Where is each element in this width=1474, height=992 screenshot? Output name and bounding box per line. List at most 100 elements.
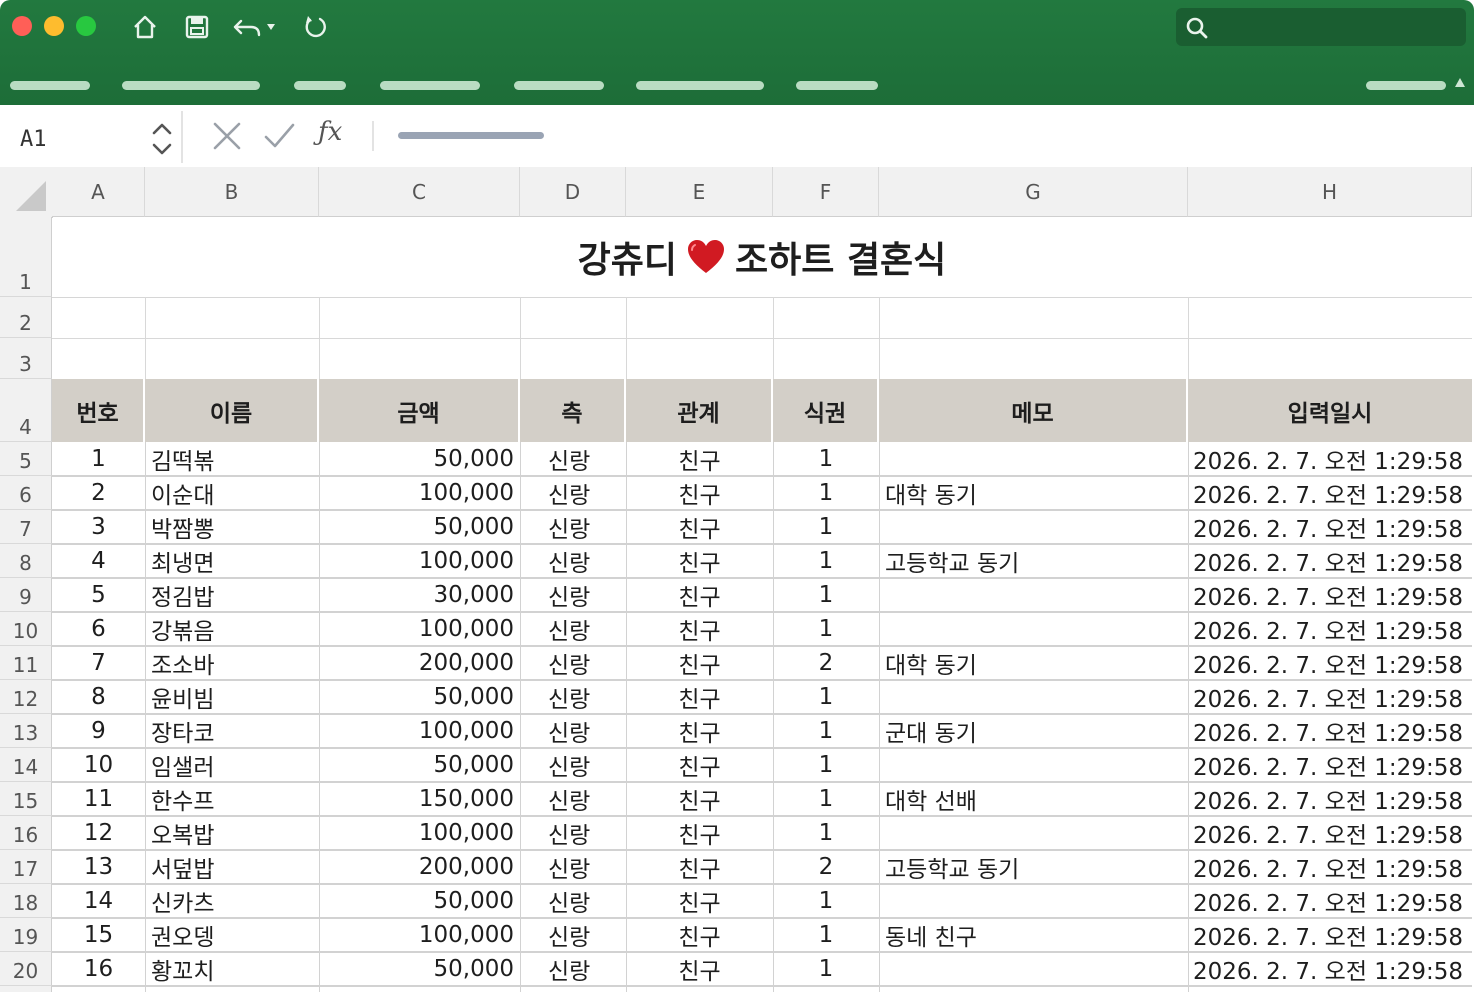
cell-entry-time[interactable]: 2026. 2. 7. 오전 1:29:58 bbox=[1188, 544, 1472, 578]
column-header-b[interactable]: B bbox=[145, 167, 319, 217]
ribbon-tab-share[interactable] bbox=[1366, 81, 1446, 90]
cell-amount[interactable]: 30,000 bbox=[319, 578, 520, 612]
cell-name[interactable]: 김떡볶 bbox=[145, 442, 319, 476]
cell-amount[interactable]: 50,000 bbox=[319, 748, 520, 782]
redo-icon[interactable] bbox=[298, 10, 332, 44]
cell-meal-ticket[interactable]: 1 bbox=[773, 442, 879, 476]
cell-memo[interactable] bbox=[879, 680, 1188, 714]
search-box[interactable] bbox=[1176, 8, 1466, 46]
cell-number[interactable]: 4 bbox=[52, 544, 145, 578]
cell-relation[interactable]: 친구 bbox=[626, 782, 773, 816]
cell-memo[interactable] bbox=[879, 748, 1188, 782]
cell-relation[interactable]: 친구 bbox=[626, 816, 773, 850]
cell-meal-ticket[interactable]: 1 bbox=[773, 476, 879, 510]
cell-name[interactable]: 장타코 bbox=[145, 714, 319, 748]
cell-relation[interactable]: 친구 bbox=[626, 714, 773, 748]
ribbon-tab-2[interactable] bbox=[122, 81, 260, 90]
column-header-d[interactable]: D bbox=[520, 167, 626, 217]
header-relation[interactable]: 관계 bbox=[626, 379, 773, 442]
cell-amount[interactable]: 100,000 bbox=[319, 714, 520, 748]
cell-entry-time[interactable]: 2026. 2. 7. 오전 1:29:58 bbox=[1188, 646, 1472, 680]
row-header-1[interactable]: 1 bbox=[0, 217, 52, 297]
cell-entry-time[interactable]: 2026. 2. 7. 오전 1:29:58 bbox=[1188, 442, 1472, 476]
cell-memo[interactable]: 대학 동기 bbox=[879, 476, 1188, 510]
cell-relation[interactable]: 친구 bbox=[626, 544, 773, 578]
cell-number[interactable]: 1 bbox=[52, 442, 145, 476]
row-header-7[interactable]: 7 bbox=[0, 510, 52, 544]
row-header-19[interactable]: 19 bbox=[0, 918, 52, 952]
row-header-10[interactable]: 10 bbox=[0, 612, 52, 646]
cell-entry-time[interactable]: 2026. 2. 7. 오전 1:29:58 bbox=[1188, 850, 1472, 884]
cell-name[interactable]: 최냉면 bbox=[145, 544, 319, 578]
cell-meal-ticket[interactable]: 2 bbox=[773, 646, 879, 680]
header-side[interactable]: 측 bbox=[520, 379, 626, 442]
cell-name[interactable]: 서덮밥 bbox=[145, 850, 319, 884]
cell-side[interactable]: 신랑 bbox=[520, 918, 626, 952]
cell-memo[interactable]: 대학 선배 bbox=[879, 782, 1188, 816]
cell-meal-ticket[interactable]: 1 bbox=[773, 918, 879, 952]
cell-meal-ticket[interactable]: 1 bbox=[773, 714, 879, 748]
collapse-ribbon-icon[interactable] bbox=[1455, 78, 1465, 87]
minimize-window-button[interactable] bbox=[44, 16, 64, 36]
cell-memo[interactable]: 고등학교 동기 bbox=[879, 850, 1188, 884]
row-header-8[interactable]: 8 bbox=[0, 544, 52, 578]
cell-memo[interactable] bbox=[879, 816, 1188, 850]
cell-memo[interactable] bbox=[879, 952, 1188, 986]
row-header-6[interactable]: 6 bbox=[0, 476, 52, 510]
cell-meal-ticket[interactable]: 1 bbox=[773, 952, 879, 986]
cell-relation[interactable]: 친구 bbox=[626, 510, 773, 544]
ribbon-tab-6[interactable] bbox=[636, 81, 764, 90]
cell-number[interactable]: 16 bbox=[52, 952, 145, 986]
cell-relation[interactable]: 친구 bbox=[626, 918, 773, 952]
cell-side[interactable]: 신랑 bbox=[520, 816, 626, 850]
row-header-12[interactable]: 12 bbox=[0, 680, 52, 714]
cell-side[interactable]: 신랑 bbox=[520, 782, 626, 816]
cell-name[interactable]: 권오뎅 bbox=[145, 918, 319, 952]
cell-meal-ticket[interactable]: 1 bbox=[773, 680, 879, 714]
row-header-5[interactable]: 5 bbox=[0, 442, 52, 476]
cell-memo[interactable] bbox=[879, 884, 1188, 918]
cell-side[interactable]: 신랑 bbox=[520, 714, 626, 748]
cell-side[interactable]: 신랑 bbox=[520, 612, 626, 646]
cell-meal-ticket[interactable]: 1 bbox=[773, 578, 879, 612]
home-icon[interactable] bbox=[128, 10, 162, 44]
cell-memo[interactable]: 동네 친구 bbox=[879, 918, 1188, 952]
cell-number[interactable]: 8 bbox=[52, 680, 145, 714]
cell-entry-time[interactable]: 2026. 2. 7. 오전 1:29:58 bbox=[1188, 884, 1472, 918]
row-header-14[interactable]: 14 bbox=[0, 748, 52, 782]
cell-name[interactable]: 오복밥 bbox=[145, 816, 319, 850]
row-header-17[interactable]: 17 bbox=[0, 850, 52, 884]
cell-relation[interactable]: 친구 bbox=[626, 612, 773, 646]
cell-name[interactable]: 신카츠 bbox=[145, 884, 319, 918]
column-header-h[interactable]: H bbox=[1188, 167, 1472, 217]
cell-number[interactable]: 6 bbox=[52, 612, 145, 646]
row-header-21[interactable] bbox=[0, 986, 52, 992]
cell-meal-ticket[interactable]: 1 bbox=[773, 748, 879, 782]
cell-relation[interactable]: 친구 bbox=[626, 578, 773, 612]
cell-relation[interactable]: 친구 bbox=[626, 680, 773, 714]
cell-entry-time[interactable]: 2026. 2. 7. 오전 1:29:58 bbox=[1188, 952, 1472, 986]
cell-amount[interactable]: 50,000 bbox=[319, 952, 520, 986]
row-header-18[interactable]: 18 bbox=[0, 884, 52, 918]
cell-number[interactable]: 5 bbox=[52, 578, 145, 612]
cell-relation[interactable]: 친구 bbox=[626, 646, 773, 680]
row-header-3[interactable]: 3 bbox=[0, 338, 52, 379]
cell-amount[interactable]: 100,000 bbox=[319, 544, 520, 578]
cell-number[interactable]: 3 bbox=[52, 510, 145, 544]
undo-icon[interactable] bbox=[230, 10, 280, 44]
cell-amount[interactable]: 100,000 bbox=[319, 918, 520, 952]
cell-entry-time[interactable]: 2026. 2. 7. 오전 1:29:58 bbox=[1188, 612, 1472, 646]
cell-name[interactable]: 황꼬치 bbox=[145, 952, 319, 986]
row-header-20[interactable]: 20 bbox=[0, 952, 52, 986]
cell-number[interactable]: 13 bbox=[52, 850, 145, 884]
cell-meal-ticket[interactable]: 2 bbox=[773, 850, 879, 884]
cell-amount[interactable]: 100,000 bbox=[319, 816, 520, 850]
row-header-11[interactable]: 11 bbox=[0, 646, 52, 680]
column-header-a[interactable]: A bbox=[52, 167, 145, 217]
header-amount[interactable]: 금액 bbox=[319, 379, 520, 442]
cell-side[interactable]: 신랑 bbox=[520, 952, 626, 986]
cell-amount[interactable]: 100,000 bbox=[319, 612, 520, 646]
cell-side[interactable]: 신랑 bbox=[520, 544, 626, 578]
ribbon-tab-5[interactable] bbox=[514, 81, 604, 90]
cell-name[interactable]: 조소바 bbox=[145, 646, 319, 680]
